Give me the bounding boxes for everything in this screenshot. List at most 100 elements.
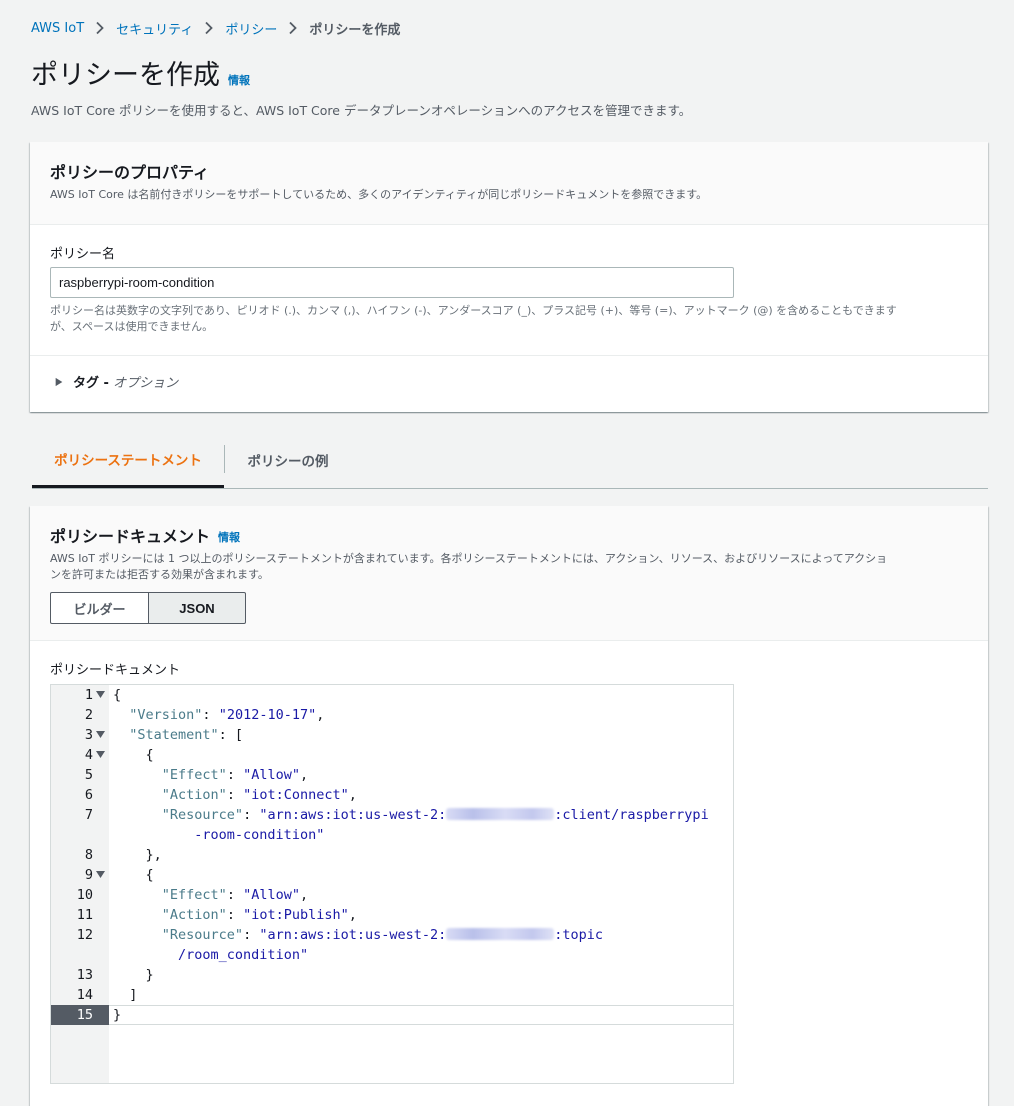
line-number: 2 — [84, 707, 93, 723]
policy-properties-description: AWS IoT Core は名前付きポリシーをサポートしているため、多くのアイデ… — [50, 188, 708, 201]
json-key: "Effect" — [161, 887, 227, 903]
policy-properties-header: ポリシーのプロパティ AWS IoT Core は名前付きポリシーをサポートして… — [30, 142, 988, 225]
json-string: :topic — [554, 927, 604, 943]
json-key: "Resource" — [161, 927, 244, 943]
line-number: 5 — [84, 767, 93, 783]
policy-document-title-row: ポリシードキュメント 情報 — [50, 526, 968, 548]
tags-label: タグ - — [73, 376, 109, 391]
policy-properties-title: ポリシーのプロパティ — [50, 163, 210, 182]
line-number: 10 — [76, 887, 93, 903]
json-key: "Resource" — [161, 807, 244, 823]
json-code-editor[interactable]: 1 { 2 "Version": "2012-10-17", 3 "Statem… — [50, 684, 734, 1084]
code-text: "Resource": "arn:aws:iot:us-west-2::topi… — [161, 927, 604, 943]
code-line: 1 { — [51, 685, 733, 705]
json-string: :client/raspberrypi — [554, 807, 709, 823]
code-text: ] — [113, 987, 138, 1003]
policy-document-description: AWS IoT ポリシーには 1 つ以上のポリシーステートメントが含まれています… — [50, 551, 968, 583]
json-mode-button[interactable]: JSON — [149, 592, 246, 624]
policy-name-constraint-line1: ポリシー名は英数字の文字列であり、ピリオド (.)、カンマ (,)、ハイフン (… — [50, 304, 897, 317]
json-key: "Statement" — [129, 727, 219, 743]
json-string: "Allow" — [243, 767, 300, 783]
line-number: 11 — [76, 907, 93, 923]
document-info-link[interactable]: 情報 — [218, 529, 240, 545]
line-number: 14 — [76, 987, 93, 1003]
page-title: ポリシーを作成 — [31, 60, 220, 91]
builder-mode-button[interactable]: ビルダー — [50, 592, 149, 624]
page-header: ポリシーを作成 情報 — [31, 58, 250, 94]
code-text-wrap: -room-condition" — [113, 825, 324, 845]
json-string: /room_condition" — [178, 947, 309, 963]
code-line: 14 ] — [51, 985, 733, 1005]
code-line: 8 }, — [51, 845, 733, 865]
code-text: { — [113, 867, 154, 883]
code-text: "Effect": "Allow", — [161, 887, 309, 903]
code-line: 4 { — [51, 745, 733, 765]
breadcrumb-security[interactable]: セキュリティ — [116, 19, 193, 38]
breadcrumb-aws-iot[interactable]: AWS IoT — [31, 21, 84, 36]
code-text: }, — [113, 847, 162, 863]
chevron-right-icon — [90, 18, 110, 38]
json-string: "arn:aws:iot:us-west-2: — [259, 807, 447, 823]
line-number: 1 — [84, 687, 93, 703]
code-line: 10 "Effect": "Allow", — [51, 885, 733, 905]
json-string: "arn:aws:iot:us-west-2: — [259, 927, 447, 943]
tags-expand-toggle[interactable]: タグ - オプション — [54, 372, 178, 391]
page-description: AWS IoT Core ポリシーを使用すると、AWS IoT Core データ… — [31, 103, 692, 118]
chevron-right-icon — [283, 18, 303, 38]
json-key: "Action" — [161, 787, 227, 803]
json-string: "iot:Connect" — [243, 787, 349, 803]
redacted-account-id — [446, 808, 555, 820]
code-text-wrap: /room_condition" — [113, 945, 308, 965]
line-number: 13 — [76, 967, 93, 983]
code-text: { — [113, 747, 154, 763]
tab-policy-statements[interactable]: ポリシーステートメント — [32, 433, 224, 488]
code-line: 7 "Resource": "arn:aws:iot:us-west-2::cl… — [51, 805, 733, 845]
fold-arrow-icon[interactable] — [96, 731, 105, 739]
policy-tabs: ポリシーステートメント ポリシーの例 — [32, 433, 988, 489]
redacted-account-id — [446, 928, 555, 940]
policy-document-title: ポリシードキュメント — [50, 527, 211, 546]
line-number: 9 — [84, 867, 93, 883]
code-line: 11 "Action": "iot:Publish", — [51, 905, 733, 925]
tags-optional-label: オプション — [113, 376, 179, 391]
code-text: "Effect": "Allow", — [161, 767, 309, 783]
code-text: "Action": "iot:Publish", — [161, 907, 357, 923]
json-key: "Action" — [161, 907, 227, 923]
breadcrumb-policies[interactable]: ポリシー — [225, 19, 277, 38]
line-number: 4 — [84, 747, 93, 763]
code-text: "Action": "iot:Connect", — [161, 787, 357, 803]
policy-document-description-line2: ンを許可または拒否する効果が含まれます。 — [50, 568, 269, 581]
editor-mode-toggle: ビルダー JSON — [50, 592, 246, 624]
policy-properties-panel: ポリシーのプロパティ AWS IoT Core は名前付きポリシーをサポートして… — [30, 142, 988, 412]
policy-name-constraint: ポリシー名は英数字の文字列であり、ピリオド (.)、カンマ (,)、ハイフン (… — [50, 303, 960, 335]
code-text: } — [113, 967, 154, 983]
json-string: -room-condition" — [194, 827, 325, 843]
code-line: 2 "Version": "2012-10-17", — [51, 705, 733, 725]
code-line: 9 { — [51, 865, 733, 885]
fold-arrow-icon[interactable] — [96, 871, 105, 879]
properties-divider — [30, 355, 988, 356]
line-number: 3 — [84, 727, 93, 743]
code-text: { — [113, 687, 122, 703]
json-string: "2012-10-17" — [218, 707, 317, 723]
policy-name-input[interactable] — [50, 267, 734, 298]
line-number: 8 — [84, 847, 93, 863]
json-string: "iot:Publish" — [243, 907, 349, 923]
fold-arrow-icon[interactable] — [96, 751, 105, 759]
json-key: "Effect" — [161, 767, 227, 783]
code-line: 3 "Statement": [ — [51, 725, 733, 745]
fold-arrow-icon[interactable] — [96, 691, 105, 699]
code-text: "Statement": [ — [129, 727, 244, 743]
policy-name-label: ポリシー名 — [50, 247, 116, 262]
json-string: "Allow" — [243, 887, 300, 903]
breadcrumb: AWS IoT セキュリティ ポリシー ポリシーを作成 — [31, 18, 400, 38]
tab-policy-examples[interactable]: ポリシーの例 — [225, 433, 351, 487]
line-number: 12 — [76, 927, 93, 943]
code-text: "Version": "2012-10-17", — [129, 707, 325, 723]
code-line: } — [51, 1005, 733, 1025]
policy-document-description-line1: AWS IoT ポリシーには 1 つ以上のポリシーステートメントが含まれています… — [50, 552, 888, 565]
line-number: 7 — [84, 807, 93, 823]
code-line: 5 "Effect": "Allow", — [51, 765, 733, 785]
header-info-link[interactable]: 情報 — [228, 72, 250, 88]
code-text: "Resource": "arn:aws:iot:us-west-2::clie… — [161, 807, 709, 823]
